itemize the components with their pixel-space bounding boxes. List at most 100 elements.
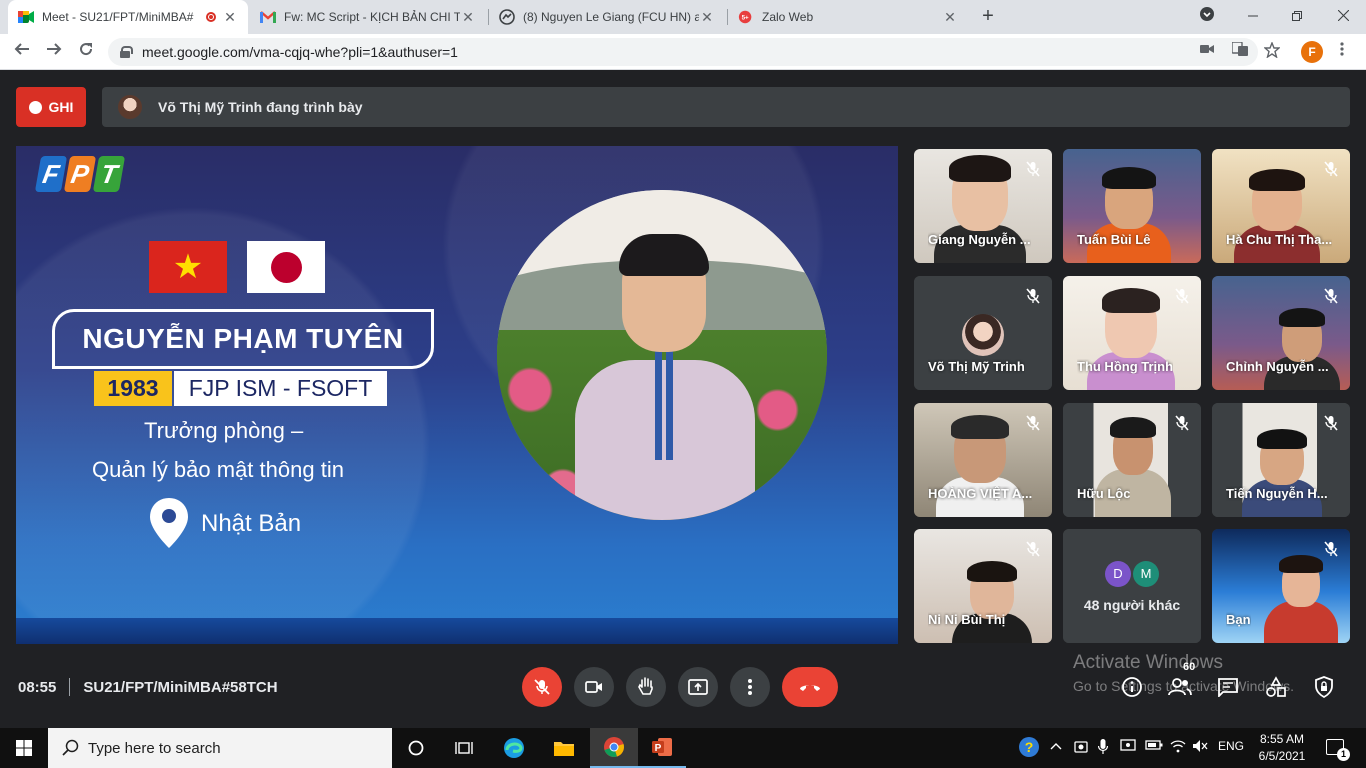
show-hidden-icons[interactable] [1050, 739, 1062, 754]
participant-name: Bạn [1226, 612, 1251, 627]
participant-tile[interactable]: Ni Ni Bùi Thị [914, 529, 1052, 643]
taskbar-search-box[interactable]: Type here to search [48, 728, 392, 768]
tab-messenger[interactable]: (8) Nguyen Le Giang (FCU HN) ar ✕ [489, 0, 725, 34]
participant-tile[interactable]: Thu Hồng Trịnh [1063, 276, 1201, 390]
wifi-icon[interactable] [1170, 739, 1186, 756]
close-tab-icon[interactable]: ✕ [460, 9, 476, 26]
close-tab-icon[interactable]: ✕ [942, 9, 958, 26]
mic-muted-icon [1026, 541, 1040, 557]
participant-body [1264, 601, 1338, 643]
shield-lock-icon [1315, 676, 1333, 698]
camera-in-use-icon[interactable] [1200, 42, 1214, 58]
close-window-button[interactable] [1320, 0, 1366, 34]
host-controls-button[interactable] [1312, 675, 1336, 699]
task-view-button[interactable] [440, 728, 488, 768]
tab-google-meet[interactable]: Meet - SU21/FPT/MiniMBA# ✕ [8, 0, 248, 34]
present-now-button[interactable] [678, 667, 718, 707]
microphone-off-button[interactable] [522, 667, 562, 707]
more-options-button[interactable] [730, 667, 770, 707]
recording-button[interactable]: GHI [16, 87, 86, 127]
system-clock[interactable]: 8:55 AM 6/5/2021 [1254, 731, 1310, 765]
participant-tile[interactable]: Tuấn Bùi Lê [1063, 149, 1201, 263]
mic-muted-icon [1026, 415, 1040, 431]
battery-icon[interactable] [1145, 739, 1163, 754]
tab-title: Zalo Web [762, 10, 814, 24]
activities-shapes-icon [1266, 676, 1286, 697]
participant-tile[interactable]: Chỉnh Nguyễn ... [1212, 276, 1350, 390]
gmail-icon [260, 9, 276, 25]
speaker-photo [497, 190, 827, 520]
participant-name: Hà Chu Thị Tha... [1226, 232, 1333, 247]
messenger-icon [499, 9, 515, 25]
participant-tile[interactable]: Hà Chu Thị Tha... [1212, 149, 1350, 263]
participant-count-badge: 60 [1183, 661, 1196, 673]
mic-muted-icon [1026, 161, 1040, 177]
clock-date: 6/5/2021 [1258, 749, 1306, 763]
raise-hand-button[interactable] [626, 667, 666, 707]
record-label: GHI [48, 99, 74, 115]
url-bar[interactable]: meet.google.com/vma-cqjq-whe?pli=1&authu… [108, 38, 1258, 66]
camera-button[interactable] [574, 667, 614, 707]
participant-hair [1249, 169, 1305, 191]
close-tab-icon[interactable]: ✕ [699, 9, 715, 26]
zalo-icon: 5+ [738, 9, 754, 25]
hang-up-icon [800, 685, 820, 691]
info-icon [1122, 677, 1142, 697]
browser-menu-icon[interactable] [1340, 42, 1344, 59]
file-explorer-button[interactable] [540, 728, 588, 768]
close-tab-icon[interactable]: ✕ [222, 9, 238, 26]
show-everyone-button[interactable] [1168, 675, 1192, 699]
edge-app-button[interactable] [490, 728, 538, 768]
powerpoint-app-button[interactable]: P [638, 728, 686, 768]
speaker-year: 1983 [94, 371, 172, 406]
participant-hair [1279, 308, 1325, 327]
participant-tile[interactable]: Tiến Nguyễn H... [1212, 403, 1350, 517]
action-center-button[interactable]: 1 [1326, 739, 1350, 761]
reload-button[interactable] [74, 40, 98, 64]
volume-muted-icon[interactable] [1192, 739, 1208, 756]
participant-tile[interactable]: Võ Thị Mỹ Trinh [914, 276, 1052, 390]
new-tab-button[interactable]: + [976, 4, 1000, 28]
speaker-location: Nhật Bản [201, 510, 302, 537]
participant-tile[interactable]: Giang Nguyễn ... [914, 149, 1052, 263]
activities-button[interactable] [1264, 675, 1288, 699]
participant-tile[interactable]: Hữu Lộc [1063, 403, 1201, 517]
browser-tab-strip: Meet - SU21/FPT/MiniMBA# ✕ Fw: MC Script… [0, 0, 1366, 34]
screen-sharing-icon[interactable] [1120, 739, 1136, 756]
translate-icon[interactable] [1231, 41, 1248, 59]
divider [69, 678, 71, 696]
mic-muted-icon [1324, 415, 1338, 431]
meeting-details-button[interactable] [1120, 675, 1144, 699]
participant-name: Hữu Lộc [1077, 486, 1131, 501]
folder-icon [554, 742, 574, 756]
cortana-button[interactable] [392, 728, 440, 768]
tab-gmail[interactable]: Fw: MC Script - KỊCH BẢN CHI TI ✕ [250, 0, 486, 34]
tab-title: Meet - SU21/FPT/MiniMBA# [42, 10, 194, 24]
back-button[interactable] [10, 40, 34, 64]
participant-tile[interactable]: Bạn [1212, 529, 1350, 643]
participant-name: Thu Hồng Trịnh [1077, 359, 1174, 374]
input-language[interactable]: ENG [1218, 739, 1244, 753]
start-button[interactable] [0, 728, 48, 768]
speaker-role-line1: Trưởng phòng – [144, 418, 304, 443]
bookmark-star-icon[interactable] [1263, 41, 1281, 61]
meet-tray-icon[interactable] [1074, 739, 1088, 758]
meeting-name[interactable]: SU21/FPT/MiniMBA#58TCH [83, 679, 277, 696]
participant-hair [967, 561, 1017, 582]
microphone-in-use-icon[interactable] [1097, 739, 1109, 758]
forward-button[interactable] [42, 40, 66, 64]
lock-icon [120, 46, 133, 58]
chrome-app-button[interactable] [590, 728, 638, 768]
vietnam-flag-icon: ★ [149, 241, 227, 293]
participant-tile[interactable]: HOÀNG VIỆT A... [914, 403, 1052, 517]
chat-button[interactable] [1216, 675, 1240, 699]
participant-tile[interactable]: D M 48 người khác [1063, 529, 1201, 643]
restore-button[interactable] [1274, 0, 1320, 34]
tab-search-button[interactable] [1184, 0, 1230, 34]
minimize-button[interactable] [1230, 0, 1276, 34]
profile-avatar[interactable]: F [1301, 41, 1323, 63]
help-icon[interactable]: ? [1018, 736, 1040, 761]
leave-call-button[interactable] [782, 667, 838, 707]
tab-zalo[interactable]: 5+ Zalo Web ✕ [728, 0, 968, 34]
japan-flag-icon [247, 241, 325, 293]
